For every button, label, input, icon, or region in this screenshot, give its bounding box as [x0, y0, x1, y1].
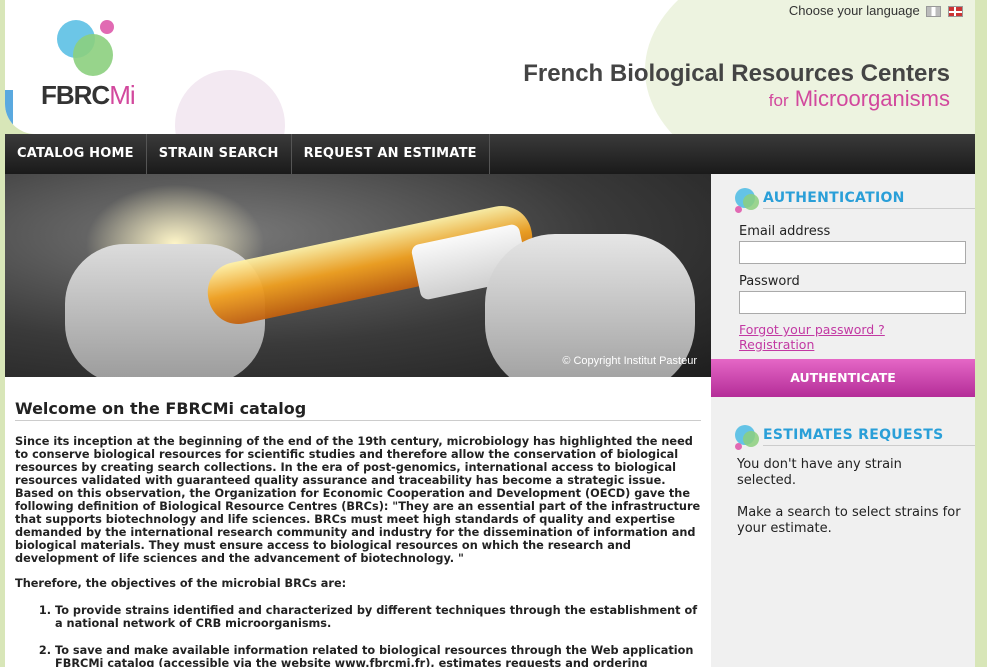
page-title: Welcome on the FBRCMi catalog	[15, 399, 701, 421]
estimates-hint: Make a search to select strains for your…	[737, 505, 961, 536]
objectives-list: To provide strains identified and charac…	[15, 604, 701, 667]
auth-title: AUTHENTICATION	[763, 190, 905, 206]
fbrcmi-logo[interactable]: FBRCMi	[35, 14, 145, 114]
english-flag-icon[interactable]	[948, 6, 963, 18]
bubble-pink	[735, 443, 742, 450]
auth-form: Email address Password	[711, 208, 975, 314]
sidebar: AUTHENTICATION Email address Password Fo…	[711, 174, 975, 667]
password-field[interactable]	[739, 291, 966, 314]
page: FBRCMi Choose your language French Biolo…	[5, 0, 975, 667]
password-label: Password	[739, 274, 800, 289]
estimates-title: ESTIMATES REQUESTS	[763, 427, 944, 443]
language-label: Choose your language	[788, 3, 920, 18]
site-title-for: for	[768, 91, 789, 110]
auth-box-title: AUTHENTICATION	[711, 174, 975, 213]
nav-item-strain-search[interactable]: STRAIN SEARCH	[147, 134, 292, 174]
logo-text: FBRCMi	[41, 80, 136, 111]
auth-links: Forgot your password ? Registration	[711, 322, 975, 352]
site-title-line1: French Biological Resources Centers	[523, 60, 950, 87]
estimates-text: You don't have any strain selected. Make…	[711, 445, 975, 537]
site-title-line2: for Microorganisms	[523, 86, 950, 112]
registration-link[interactable]: Registration	[739, 337, 814, 352]
logo-circle-green	[73, 34, 113, 76]
nav-item-request-estimate[interactable]: REQUEST AN ESTIMATE	[292, 134, 490, 174]
email-label: Email address	[739, 224, 831, 239]
intro-paragraph: Since its inception at the beginning of …	[15, 435, 701, 565]
email-field[interactable]	[739, 241, 966, 264]
nav-item-catalog-home[interactable]: CATALOG HOME	[5, 134, 147, 174]
header: FBRCMi Choose your language French Biolo…	[5, 0, 975, 134]
bubble-green	[743, 431, 759, 447]
forgot-password-link[interactable]: Forgot your password ?	[739, 322, 885, 337]
estimates-empty-message: You don't have any strain selected.	[737, 457, 902, 488]
authenticate-button[interactable]: AUTHENTICATE	[711, 359, 975, 397]
bubbles-icon	[735, 425, 761, 451]
bubbles-icon	[735, 188, 761, 214]
banner-copyright: © Copyright Institut Pasteur	[562, 355, 697, 367]
site-title: French Biological Resources Centers for …	[523, 60, 950, 112]
site-title-microorganisms: Microorganisms	[794, 86, 950, 111]
list-item: To save and make available information r…	[55, 644, 701, 667]
logo-text-main: FBRC	[41, 80, 110, 110]
estimates-title-divider	[763, 445, 975, 446]
estimates-box-title: ESTIMATES REQUESTS	[711, 411, 975, 450]
header-decoration	[175, 70, 285, 134]
main-nav: CATALOG HOME STRAIN SEARCH REQUEST AN ES…	[5, 134, 975, 174]
french-flag-icon[interactable]	[926, 6, 942, 18]
bubble-pink	[735, 206, 742, 213]
logo-text-mi: Mi	[109, 80, 135, 110]
estimates-box: ESTIMATES REQUESTS You don't have any st…	[711, 411, 975, 537]
list-item: To provide strains identified and charac…	[55, 604, 701, 630]
main-content: Welcome on the FBRCMi catalog Since its …	[5, 377, 711, 667]
language-selector: Choose your language	[789, 3, 963, 18]
auth-title-divider	[763, 208, 975, 209]
bubble-green	[743, 194, 759, 210]
banner-image: © Copyright Institut Pasteur	[5, 174, 711, 377]
logo-circle-pink	[100, 20, 114, 34]
header-decoration	[5, 90, 13, 134]
objectives-intro: Therefore, the objectives of the microbi…	[15, 577, 347, 590]
